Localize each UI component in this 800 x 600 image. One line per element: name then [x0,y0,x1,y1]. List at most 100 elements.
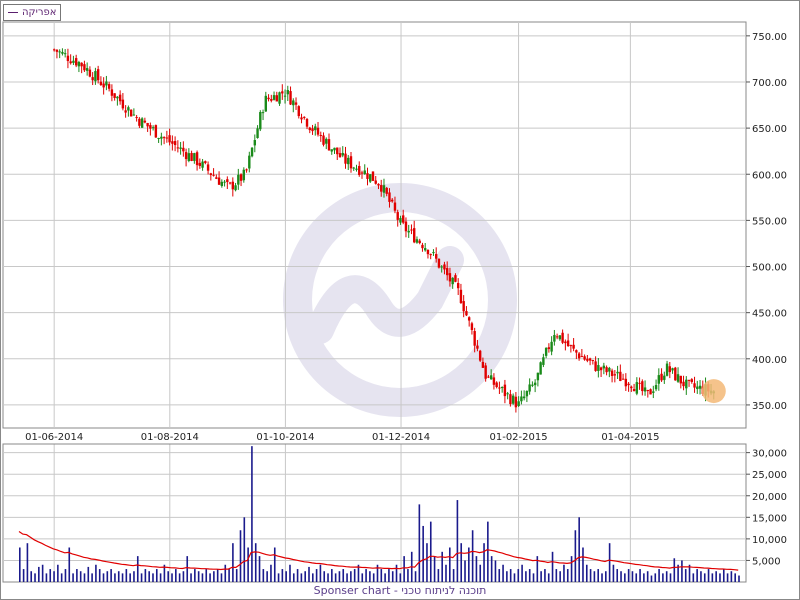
candle-body [407,230,410,233]
volume-bar [53,571,55,582]
candle-body [594,361,597,371]
volume-bar [635,573,638,582]
candle-body [451,277,454,285]
candle-body [602,365,606,369]
volume-bar [627,569,630,582]
candle-body [690,379,693,382]
volume-bar [738,575,740,582]
candle-body [281,91,284,94]
volume-bar [528,569,531,582]
volume-bar [452,569,455,582]
volume-bar [213,571,215,582]
volume-bar [547,573,550,582]
volume-tick-label: 30,000 [752,449,787,460]
candle-body [146,122,149,127]
legend-label: אפריקה [22,7,57,18]
date-tick-label: 01-02-2015 [489,432,547,443]
candle-body [404,221,408,232]
candle-body [330,149,333,152]
candle-body [569,345,573,347]
volume-bar [110,569,112,582]
volume-bar [582,547,584,582]
volume-bar [216,569,219,582]
candle-body [542,357,545,365]
volume-bar [437,569,440,582]
volume-bar [395,564,398,582]
candle-body [698,385,702,389]
candle-body [341,152,344,156]
volume-bar [361,573,364,582]
candle-body [371,171,375,181]
volume-bar [418,504,421,582]
volume-bar [734,573,736,582]
candle-body [171,141,174,144]
candle-body [300,117,303,120]
volume-bar [327,573,329,582]
volume-bar [388,569,390,582]
candle-body [66,55,70,62]
candle-body [550,341,553,352]
candle-body [85,68,89,71]
candle-body [360,172,364,174]
price-tick-label: 650.00 [752,124,787,135]
volume-bar [133,571,135,582]
candle-body [448,273,452,282]
candle-body [253,140,257,146]
volume-bar [178,573,181,582]
volume-bar [506,571,508,582]
candle-body [283,95,287,97]
candle-body [294,102,298,105]
volume-bar [719,573,721,582]
legend[interactable]: אפריקה [3,4,62,21]
candle-body [693,383,696,388]
volume-bar [654,573,657,582]
volume-bar [194,569,196,582]
volume-bar [414,571,417,582]
volume-bar [715,571,717,582]
candle-body [347,157,350,165]
volume-bar [624,573,626,582]
candle-body [223,181,226,183]
candle-body [113,93,116,98]
candle-body [478,350,482,361]
candle-body [231,181,235,190]
candle-body [168,135,171,143]
candle-body [149,125,152,129]
candle-body [558,335,562,340]
volume-bar [102,573,105,582]
candle-body [151,127,155,129]
volume-bar [38,566,40,582]
candle-body [179,147,182,149]
volume-bar [384,573,386,582]
candle-body [616,371,619,374]
volume-bar [308,566,310,582]
price-tick-label: 750.00 [752,32,787,43]
candle-body [577,353,581,359]
candle-body [129,109,133,117]
candle-body [352,167,355,169]
volume-bar [323,571,326,582]
volume-bar [334,573,337,582]
candle-body [544,347,548,356]
candle-body [503,384,507,397]
volume-bar [646,571,649,582]
volume-bar [19,547,21,582]
candle-body [96,69,100,81]
candle-body [132,114,136,116]
candle-body [487,376,490,378]
chart-canvas: 750.00 700.00 650.00 600.00 550.00 500.00 450.… [0,0,800,600]
candle-body [553,334,556,342]
candle-body [157,138,160,140]
candle-body [671,368,674,371]
volume-bar [273,547,276,582]
volume-bar [95,564,97,582]
candle-body [415,239,419,243]
candle-body [492,377,496,385]
volume-bar [692,573,695,582]
volume-bar [342,569,345,582]
volume-bar [391,571,394,582]
candle-body [467,317,471,321]
volume-bar [30,571,33,582]
volume-bar [574,530,577,582]
candle-body [99,81,103,85]
